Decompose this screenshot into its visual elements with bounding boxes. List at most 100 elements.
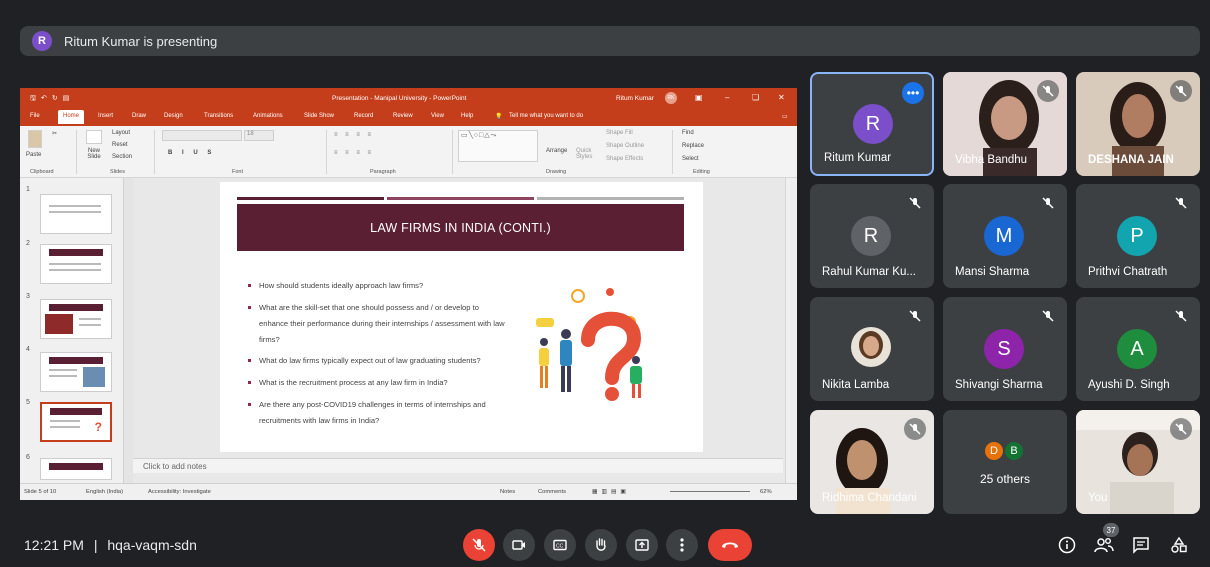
participant-tile[interactable]: A Ayushi D. Singh	[1076, 297, 1200, 401]
meeting-details-button[interactable]	[1055, 533, 1079, 557]
participant-tile[interactable]: Ridhima Chandani	[810, 410, 934, 514]
slide-bullet: What do law firms typically expect out o…	[248, 353, 510, 369]
slide-bullet: Are there any post-COVID19 challenges in…	[248, 397, 510, 429]
others-avatar: D	[983, 440, 1005, 462]
ribbon-separator	[154, 130, 155, 174]
slide-bullet: What are the skill-set that one should p…	[248, 300, 510, 348]
slide-thumbnail	[40, 299, 112, 339]
mic-off-icon	[1170, 80, 1192, 102]
hang-up-icon	[722, 542, 738, 548]
bullet-text: What is the recruitment process at any l…	[259, 378, 448, 387]
bullet-dot	[248, 381, 251, 384]
comments-icon: ▭	[782, 114, 788, 120]
ppt-status-bar: Slide 5 of 10 English (India) Accessibil…	[20, 483, 797, 500]
minimize-icon: –	[725, 93, 730, 102]
participant-avatar: P	[1117, 216, 1157, 256]
mic-off-icon	[1170, 305, 1192, 327]
leave-call-button[interactable]	[708, 529, 752, 561]
participant-tile[interactable]: R Rahul Kumar Ku...	[810, 184, 934, 288]
others-avatar: B	[1003, 440, 1025, 462]
new-slide-label: New Slide	[87, 148, 101, 160]
participant-tile[interactable]: R ••• Ritum Kumar	[810, 72, 934, 176]
camera-icon	[512, 540, 525, 550]
svg-text:CC: CC	[556, 544, 564, 550]
others-tile[interactable]: D B 25 others	[943, 410, 1067, 514]
font-size-box: 18	[244, 130, 274, 141]
slide-canvas: LAW FIRMS IN INDIA (CONTI.) How should s…	[220, 182, 703, 452]
paragraph-group: Paragraph	[370, 169, 396, 175]
mic-off-icon	[904, 192, 926, 214]
captions-button[interactable]: CC	[544, 529, 576, 561]
slide-number: 6	[26, 454, 30, 461]
shape-fill-label: Shape Fill	[606, 130, 633, 136]
participant-tile[interactable]: You	[1076, 410, 1200, 514]
participant-name: DESHANA JAIN	[1088, 154, 1174, 166]
restore-icon: ❏	[752, 93, 760, 102]
people-icon	[1094, 538, 1114, 553]
thumb-image	[83, 367, 105, 387]
meet-window: R Ritum Kumar is presenting 🖫↶↻▤ Present…	[0, 0, 1210, 567]
slide-number: 5	[26, 399, 30, 406]
participant-photo-avatar	[851, 327, 891, 367]
ppt-workspace: 1 2 3 4 5 ? 6 LAW FIRMS IN INDIA (CONTI.…	[20, 178, 797, 483]
activities-icon	[1171, 536, 1187, 553]
participant-name: Prithvi Chatrath	[1088, 266, 1168, 278]
ppt-user-avatar: RK	[665, 92, 677, 104]
find-label: Find	[682, 130, 694, 136]
more-options-icon[interactable]: •••	[902, 82, 924, 104]
mic-off-icon	[1037, 305, 1059, 327]
mic-off-icon	[1170, 418, 1192, 440]
participant-name: Mansi Sharma	[955, 266, 1030, 278]
more-options-button[interactable]	[666, 529, 698, 561]
participant-name: Ritum Kumar	[824, 152, 892, 164]
bullet-dot	[248, 306, 251, 309]
thumb-line	[49, 211, 101, 213]
layout-label: Layout	[112, 130, 131, 136]
tab-slide-show: Slide Show	[304, 113, 335, 119]
present-button[interactable]	[626, 529, 658, 561]
shapes-gallery: ▭╲○□△⤳	[458, 130, 538, 162]
slide-scrollbar	[785, 178, 797, 483]
chat-button[interactable]	[1129, 533, 1153, 557]
font-group: Font	[232, 169, 244, 175]
participant-tile[interactable]: Nikita Lamba	[810, 297, 934, 401]
question-illustration	[536, 288, 642, 401]
info-separator: |	[93, 537, 98, 553]
ribbon-separator	[326, 130, 327, 174]
more-vert-icon	[680, 538, 684, 552]
zoom-slider	[670, 491, 750, 492]
slide-thumbnail-selected: ?	[40, 402, 112, 442]
language-label: English (India)	[86, 489, 124, 495]
participant-avatar: S	[984, 329, 1024, 369]
slide-bar	[537, 197, 684, 200]
thumb-header	[49, 463, 103, 470]
tab-view: View	[431, 113, 444, 119]
slide-number: 3	[26, 293, 30, 300]
tab-help: Help	[461, 113, 474, 119]
font-size-value: 18	[247, 131, 254, 137]
participant-tile[interactable]: M Mansi Sharma	[943, 184, 1067, 288]
participant-tile[interactable]: S Shivangi Sharma	[943, 297, 1067, 401]
participant-tile[interactable]: P Prithvi Chatrath	[1076, 184, 1200, 288]
mic-off-icon	[1037, 192, 1059, 214]
slide-counter: Slide 5 of 10	[24, 489, 57, 495]
meeting-controls-bar: 12:21 PM | hqa-vaqm-sdn CC	[0, 521, 1210, 567]
replace-label: Replace	[682, 143, 705, 149]
participant-tile[interactable]: Vibha Bandhu	[943, 72, 1067, 176]
microphone-toggle-button[interactable]	[463, 529, 495, 561]
participant-name: Nikita Lamba	[822, 379, 890, 391]
slide-bar	[387, 197, 534, 200]
activities-button[interactable]	[1167, 533, 1191, 557]
slide-thumbnail	[40, 244, 112, 284]
participant-tile[interactable]: DESHANA JAIN	[1076, 72, 1200, 176]
participant-name: Rahul Kumar Ku...	[822, 266, 916, 278]
thumb-line	[79, 318, 101, 320]
presenting-banner: R Ritum Kumar is presenting	[20, 26, 1200, 56]
raise-hand-button[interactable]	[585, 529, 617, 561]
camera-toggle-button[interactable]	[503, 529, 535, 561]
slide-thumbnail-pane: 1 2 3 4 5 ? 6	[20, 178, 124, 483]
slide-bar	[237, 197, 384, 200]
thumb-header	[49, 249, 103, 256]
shape-outline-label: Shape Outline	[606, 143, 645, 149]
comments-toggle: Comments	[538, 489, 567, 495]
